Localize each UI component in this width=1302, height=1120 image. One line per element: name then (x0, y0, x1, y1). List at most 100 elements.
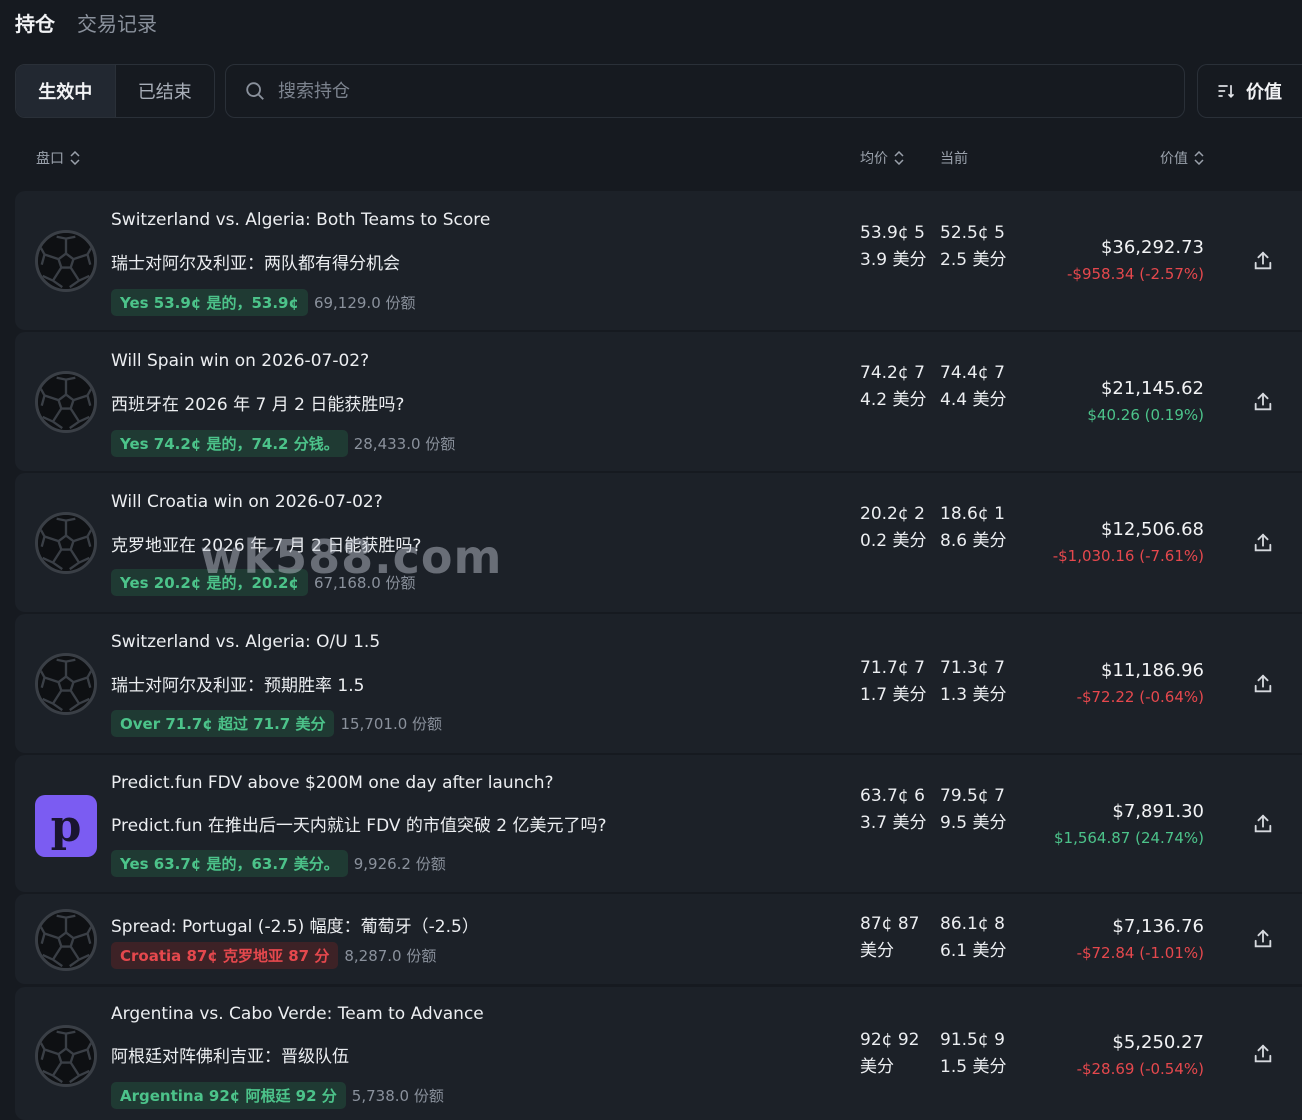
value-amount: $11,186.96 (1100, 660, 1204, 681)
share-icon[interactable] (1252, 250, 1274, 272)
outcome-line: Yes 63.7¢ 是的，63.7 美分。 9,926.2 份额 (111, 850, 446, 877)
tab-trade-history[interactable]: 交易记录 (77, 10, 157, 38)
current-price: 74.4¢ 74.4 美分 (940, 363, 1007, 410)
market-title[interactable]: Will Croatia win on 2026-07-02? (111, 492, 383, 512)
column-market[interactable]: 盘口 (36, 148, 80, 168)
tab-positions[interactable]: 持仓 (15, 10, 55, 38)
market-title[interactable]: Will Spain win on 2026-07-02? (111, 351, 369, 371)
share-icon[interactable] (1252, 813, 1274, 835)
share-icon[interactable] (1252, 673, 1274, 695)
sort-arrows-icon (894, 151, 904, 165)
value-amount: $12,506.68 (1100, 519, 1204, 540)
pnl-change: -$72.84 (-1.01%) (1076, 944, 1204, 962)
value-amount: $7,136.76 (1112, 916, 1204, 937)
sort-value-button[interactable]: 价值 (1197, 64, 1302, 118)
avg-price: 63.7¢ 63.7 美分 (860, 786, 927, 833)
soccer-ball-icon (35, 653, 97, 715)
column-current-price: 当前 (940, 151, 968, 167)
position-value: $11,186.96 -$72.22 (-0.64%) (1077, 657, 1204, 711)
avg-price: 53.9¢ 53.9 美分 (860, 223, 927, 270)
shares-count: 69,129.0 份额 (313, 294, 416, 312)
outcome-badge: Yes 20.2¢ 是的，20.2¢ (111, 569, 308, 596)
shares-count: 8,287.0 份额 (344, 947, 437, 965)
market-title-translation: 阿根廷对阵佛利吉亚：晋级队伍 (111, 1047, 349, 1067)
outcome-badge: Yes 53.9¢ 是的，53.9¢ (111, 289, 308, 316)
column-avg-price[interactable]: 均价 (860, 148, 904, 168)
position-row[interactable]: Argentina vs. Cabo Verde: Team to Advanc… (15, 987, 1302, 1120)
share-icon[interactable] (1252, 532, 1274, 554)
market-title-translation: 瑞士对阿尔及利亚：预期胜率 1.5 (111, 676, 365, 696)
pnl-change: -$28.69 (-0.54%) (1076, 1060, 1204, 1078)
outcome-line: Argentina 92¢ 阿根廷 92 分 5,738.0 份额 (111, 1082, 444, 1109)
outcome-badge: Yes 74.2¢ 是的，74.2 分钱。 (111, 430, 348, 457)
top-tabs: 持仓 交易记录 (15, 10, 157, 38)
market-title[interactable]: Argentina vs. Cabo Verde: Team to Advanc… (111, 1004, 484, 1024)
value-amount: $5,250.27 (1112, 1032, 1204, 1053)
toolbar: 生效中 已结束 价值 (15, 64, 1302, 118)
position-row[interactable]: Will Croatia win on 2026-07-02? 克罗地亚在 202… (15, 473, 1302, 612)
soccer-ball-icon (35, 1025, 97, 1087)
current-price: 79.5¢ 79.5 美分 (940, 786, 1007, 833)
table-header: 盘口 均价 当前 价值 (0, 148, 1302, 172)
value-amount: $7,891.30 (1112, 801, 1204, 822)
value-amount: $36,292.73 (1100, 237, 1204, 258)
market-title-translation: Predict.fun 在推出后一天内就让 FDV 的市值突破 2 亿美元了吗? (111, 816, 607, 836)
market-title[interactable]: Spread: Portugal (-2.5) 幅度：葡萄牙（-2.5） (111, 912, 479, 937)
outcome-line: Yes 20.2¢ 是的，20.2¢ 67,168.0 份额 (111, 569, 416, 596)
outcome-line: Croatia 87¢ 克罗地亚 87 分 8,287.0 份额 (111, 942, 436, 969)
position-value: $7,891.30 $1,564.87 (24.74%) (1054, 798, 1204, 852)
avg-price: 87¢ 87 美分 (860, 914, 920, 961)
position-row[interactable]: Will Spain win on 2026-07-02? 西班牙在 2026 年… (15, 332, 1302, 471)
shares-count: 67,168.0 份额 (313, 574, 416, 592)
current-price: 52.5¢ 52.5 美分 (940, 223, 1007, 270)
avg-price: 71.7¢ 71.7 美分 (860, 658, 927, 705)
pnl-change: $1,564.87 (24.74%) (1053, 829, 1204, 847)
search-box[interactable] (225, 64, 1185, 118)
position-row[interactable]: p Predict.fun FDV above $200M one day aft… (15, 755, 1302, 892)
search-input[interactable] (278, 80, 1158, 102)
market-title[interactable]: Switzerland vs. Algeria: O/U 1.5 (111, 632, 380, 652)
search-icon (246, 82, 264, 100)
position-value: $36,292.73 -$958.34 (-2.57%) (1067, 234, 1204, 288)
outcome-line: Yes 74.2¢ 是的，74.2 分钱。 28,433.0 份额 (111, 430, 455, 457)
share-icon[interactable] (1252, 928, 1274, 950)
share-icon[interactable] (1252, 391, 1274, 413)
market-title-translation: 瑞士对阿尔及利亚：两队都有得分机会 (111, 254, 400, 274)
value-amount: $21,145.62 (1100, 378, 1204, 399)
avg-price: 74.2¢ 74.2 美分 (860, 363, 927, 410)
soccer-ball-icon (35, 512, 97, 574)
position-value: $12,506.68 -$1,030.16 (-7.61%) (1053, 516, 1204, 570)
filter-active-button[interactable]: 生效中 (16, 65, 116, 117)
soccer-ball-icon (35, 230, 97, 292)
sort-arrows-icon (70, 151, 80, 165)
pnl-change: -$958.34 (-2.57%) (1067, 265, 1204, 283)
position-row[interactable]: Switzerland vs. Algeria: Both Teams to S… (15, 191, 1302, 330)
pnl-change: -$1,030.16 (-7.61%) (1052, 547, 1204, 565)
current-price: 91.5¢ 91.5 美分 (940, 1030, 1007, 1077)
avg-price: 92¢ 92 美分 (860, 1030, 920, 1077)
shares-count: 28,433.0 份额 (353, 435, 456, 453)
position-row[interactable]: Switzerland vs. Algeria: O/U 1.5 瑞士对阿尔及利亚… (15, 614, 1302, 753)
position-row[interactable]: Spread: Portugal (-2.5) 幅度：葡萄牙（-2.5） Croa… (15, 894, 1302, 984)
shares-count: 15,701.0 份额 (340, 715, 443, 733)
sort-arrows-icon (1194, 151, 1204, 165)
market-title[interactable]: Switzerland vs. Algeria: Both Teams to S… (111, 210, 490, 230)
outcome-badge: Argentina 92¢ 阿根廷 92 分 (111, 1082, 346, 1109)
pnl-change: $40.26 (0.19%) (1087, 406, 1204, 424)
share-icon[interactable] (1252, 1043, 1274, 1065)
current-price: 71.3¢ 71.3 美分 (940, 658, 1007, 705)
position-value: $21,145.62 $40.26 (0.19%) (1087, 375, 1204, 429)
market-title-translation: 克罗地亚在 2026 年 7 月 2 日能获胜吗? (111, 536, 422, 556)
predict-fun-logo: p (35, 795, 97, 857)
market-title-translation: 西班牙在 2026 年 7 月 2 日能获胜吗? (111, 395, 405, 415)
filter-ended-button[interactable]: 已结束 (116, 65, 215, 117)
column-value[interactable]: 价值 (1160, 148, 1204, 168)
outcome-badge: Yes 63.7¢ 是的，63.7 美分。 (111, 850, 348, 877)
current-price: 18.6¢ 18.6 美分 (940, 504, 1007, 551)
shares-count: 5,738.0 份额 (351, 1087, 444, 1105)
pnl-change: -$72.22 (-0.64%) (1076, 688, 1204, 706)
outcome-badge: Croatia 87¢ 克罗地亚 87 分 (111, 942, 339, 969)
status-filter: 生效中 已结束 (15, 64, 215, 118)
market-title[interactable]: Predict.fun FDV above $200M one day afte… (111, 773, 554, 793)
sort-label: 价值 (1246, 82, 1282, 103)
